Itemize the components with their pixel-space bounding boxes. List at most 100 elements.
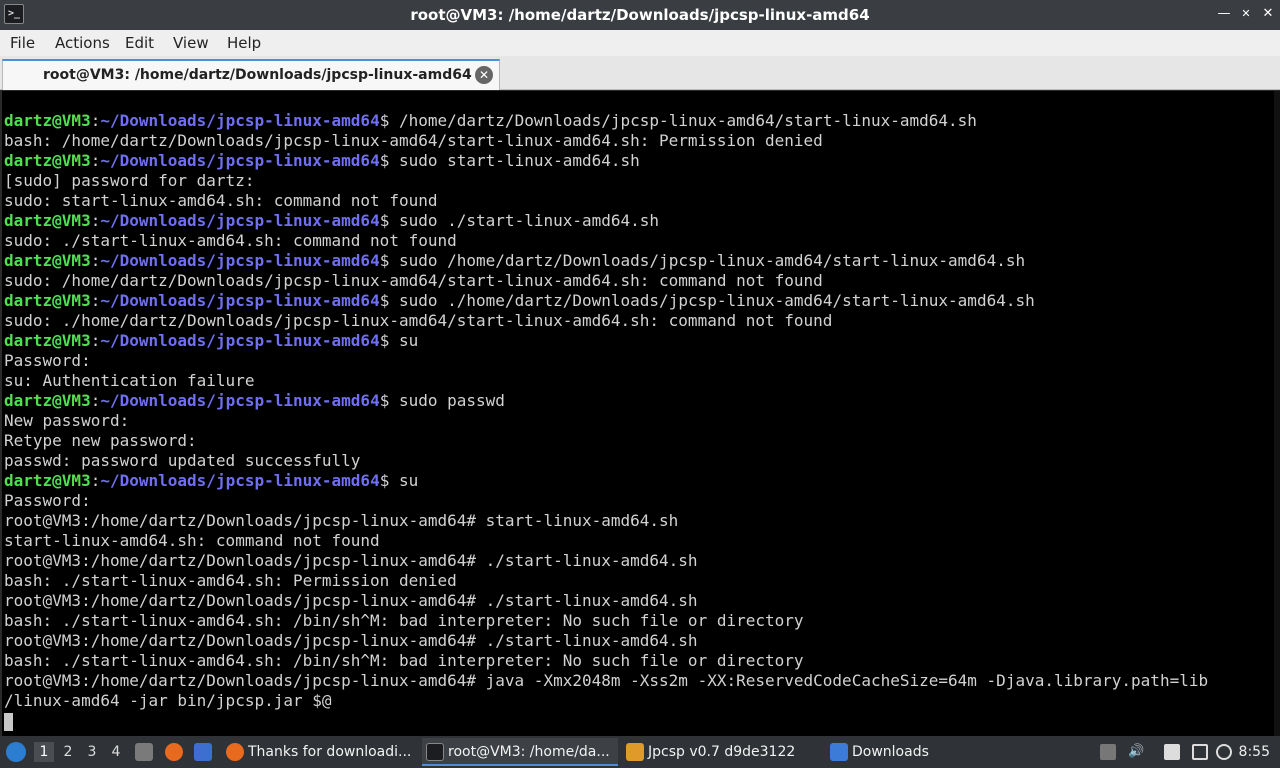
prompt-user: dartz@VM3 bbox=[4, 391, 91, 410]
terminal-icon bbox=[426, 743, 444, 761]
prompt-path: ~/Downloads/jpcsp-linux-amd64 bbox=[100, 151, 380, 170]
taskbar: 1 2 3 4 Thanks for downloadi... root@VM3… bbox=[0, 736, 1280, 768]
terminal-line: su: Authentication failure bbox=[4, 371, 255, 390]
terminal-line: sudo: ./home/dartz/Downloads/jpcsp-linux… bbox=[4, 311, 833, 330]
terminal-line: dartz@VM3:~/Downloads/jpcsp-linux-amd64$… bbox=[4, 151, 1280, 171]
prompt-user: dartz@VM3 bbox=[4, 291, 91, 310]
terminal-line: root@VM3:/home/dartz/Downloads/jpcsp-lin… bbox=[4, 551, 698, 570]
firefox-icon bbox=[226, 743, 244, 761]
terminal-line: bash: /home/dartz/Downloads/jpcsp-linux-… bbox=[4, 131, 823, 150]
command-text: $ sudo /home/dartz/Downloads/jpcsp-linux… bbox=[379, 251, 1026, 270]
prompt-user: dartz@VM3 bbox=[4, 111, 91, 130]
terminal-line: dartz@VM3:~/Downloads/jpcsp-linux-amd64$… bbox=[4, 211, 1280, 231]
clipboard-icon[interactable] bbox=[1164, 744, 1180, 760]
terminal-line: dartz@VM3:~/Downloads/jpcsp-linux-amd64$… bbox=[4, 251, 1280, 271]
prompt-separator: : bbox=[90, 111, 101, 130]
workspace-2[interactable]: 2 bbox=[58, 742, 78, 762]
prompt-separator: : bbox=[90, 471, 101, 490]
prompt-separator: : bbox=[90, 391, 101, 410]
terminal-line: Password: bbox=[4, 351, 91, 370]
prompt-separator: : bbox=[90, 251, 101, 270]
workspace-4[interactable]: 4 bbox=[106, 742, 126, 762]
terminal-line: dartz@VM3:~/Downloads/jpcsp-linux-amd64$… bbox=[4, 391, 1280, 411]
prompt-path: ~/Downloads/jpcsp-linux-amd64 bbox=[100, 291, 380, 310]
task-label: Jpcsp v0.7 d9de3122 bbox=[648, 744, 796, 760]
terminal-view[interactable]: dartz@VM3:~/Downloads/jpcsp-linux-amd64$… bbox=[0, 91, 1280, 736]
folder-icon bbox=[830, 743, 848, 761]
window-titlebar: >_ root@VM3: /home/dartz/Downloads/jpcsp… bbox=[0, 0, 1280, 30]
prompt-user: dartz@VM3 bbox=[4, 151, 91, 170]
menu-file[interactable]: File bbox=[10, 34, 35, 52]
clock[interactable]: 8:55 bbox=[1239, 744, 1270, 760]
command-text: $ sudo start-linux-amd64.sh bbox=[379, 151, 640, 170]
firefox-launcher-icon[interactable] bbox=[165, 743, 183, 761]
prompt-path: ~/Downloads/jpcsp-linux-amd64 bbox=[100, 111, 380, 130]
terminal-line: sudo: ./start-linux-amd64.sh: command no… bbox=[4, 231, 457, 250]
command-text: $ sudo ./home/dartz/Downloads/jpcsp-linu… bbox=[379, 291, 1035, 310]
window-title: root@VM3: /home/dartz/Downloads/jpcsp-li… bbox=[410, 6, 870, 24]
menu-view[interactable]: View bbox=[173, 34, 209, 52]
task-jpcsp[interactable]: Jpcsp v0.7 d9de3122 bbox=[622, 738, 818, 766]
terminal-scrollbar[interactable] bbox=[1274, 91, 1280, 736]
task-terminal[interactable]: root@VM3: /home/da... bbox=[422, 738, 618, 766]
prompt-path: ~/Downloads/jpcsp-linux-amd64 bbox=[100, 211, 380, 230]
tab-label: root@VM3: /home/dartz/Downloads/jpcsp-li… bbox=[43, 67, 472, 83]
prompt-separator: : bbox=[90, 151, 101, 170]
task-firefox[interactable]: Thanks for downloadi... bbox=[222, 738, 418, 766]
prompt-path: ~/Downloads/jpcsp-linux-amd64 bbox=[100, 331, 380, 350]
prompt-user: dartz@VM3 bbox=[4, 471, 91, 490]
menu-actions[interactable]: Actions bbox=[55, 34, 110, 52]
prompt-user: dartz@VM3 bbox=[4, 251, 91, 270]
terminal-line: dartz@VM3:~/Downloads/jpcsp-linux-amd64$… bbox=[4, 331, 1280, 351]
start-menu-icon[interactable] bbox=[6, 742, 26, 762]
tab-terminal[interactable]: root@VM3: /home/dartz/Downloads/jpcsp-li… bbox=[2, 59, 500, 90]
terminal-line: Password: bbox=[4, 491, 91, 510]
terminal-line: root@VM3:/home/dartz/Downloads/jpcsp-lin… bbox=[4, 631, 698, 650]
prompt-separator: : bbox=[90, 291, 101, 310]
close-button[interactable]: ✕ bbox=[1260, 6, 1276, 22]
terminal-line: bash: ./start-linux-amd64.sh: /bin/sh^M:… bbox=[4, 651, 804, 670]
command-text: $ sudo passwd bbox=[379, 391, 505, 410]
tab-strip: root@VM3: /home/dartz/Downloads/jpcsp-li… bbox=[0, 56, 1280, 90]
command-text: $ su bbox=[379, 331, 419, 350]
display-icon[interactable] bbox=[1192, 744, 1208, 760]
file-manager-launcher-icon[interactable] bbox=[135, 743, 153, 761]
prompt-path: ~/Downloads/jpcsp-linux-amd64 bbox=[100, 471, 380, 490]
command-text: $ sudo ./start-linux-amd64.sh bbox=[379, 211, 660, 230]
terminal-line: bash: ./start-linux-amd64.sh: Permission… bbox=[4, 571, 457, 590]
prompt-separator: : bbox=[90, 331, 101, 350]
terminal-line: Retype new password: bbox=[4, 431, 197, 450]
terminal-line: root@VM3:/home/dartz/Downloads/jpcsp-lin… bbox=[4, 591, 698, 610]
maximize-button[interactable]: ✕ bbox=[1238, 6, 1254, 22]
network-icon[interactable] bbox=[1100, 744, 1116, 760]
notification-icon[interactable] bbox=[1216, 744, 1232, 760]
command-text: $ su bbox=[379, 471, 419, 490]
terminal-line: dartz@VM3:~/Downloads/jpcsp-linux-amd64$… bbox=[4, 291, 1280, 311]
terminal-line: dartz@VM3:~/Downloads/jpcsp-linux-amd64$… bbox=[4, 471, 1280, 491]
volume-icon[interactable]: 🔊 bbox=[1128, 744, 1144, 760]
terminal-line: start-linux-amd64.sh: command not found bbox=[4, 531, 380, 550]
desktop-launcher-icon[interactable] bbox=[194, 743, 212, 761]
prompt-path: ~/Downloads/jpcsp-linux-amd64 bbox=[100, 391, 380, 410]
terminal-line: bash: ./start-linux-amd64.sh: /bin/sh^M:… bbox=[4, 611, 804, 630]
terminal-line: sudo: start-linux-amd64.sh: command not … bbox=[4, 191, 438, 210]
workspace-3[interactable]: 3 bbox=[82, 742, 102, 762]
text-cursor bbox=[4, 712, 13, 731]
menu-help[interactable]: Help bbox=[227, 34, 261, 52]
task-label: root@VM3: /home/da... bbox=[448, 744, 610, 760]
terminal-line: sudo: /home/dartz/Downloads/jpcsp-linux-… bbox=[4, 271, 823, 290]
tab-close-icon[interactable]: ✕ bbox=[475, 66, 493, 84]
prompt-user: dartz@VM3 bbox=[4, 211, 91, 230]
terminal-line: [sudo] password for dartz: bbox=[4, 171, 255, 190]
prompt-user: dartz@VM3 bbox=[4, 331, 91, 350]
menu-edit[interactable]: Edit bbox=[125, 34, 154, 52]
terminal-line: New password: bbox=[4, 411, 130, 430]
terminal-line: root@VM3:/home/dartz/Downloads/jpcsp-lin… bbox=[4, 671, 1209, 690]
terminal-line: root@VM3:/home/dartz/Downloads/jpcsp-lin… bbox=[4, 511, 679, 530]
workspace-1[interactable]: 1 bbox=[34, 742, 54, 762]
minimize-button[interactable]: — bbox=[1216, 6, 1232, 22]
java-icon bbox=[626, 743, 644, 761]
task-downloads[interactable]: Downloads bbox=[826, 738, 1022, 766]
task-label: Thanks for downloadi... bbox=[248, 744, 412, 760]
terminal-line bbox=[4, 711, 1280, 731]
